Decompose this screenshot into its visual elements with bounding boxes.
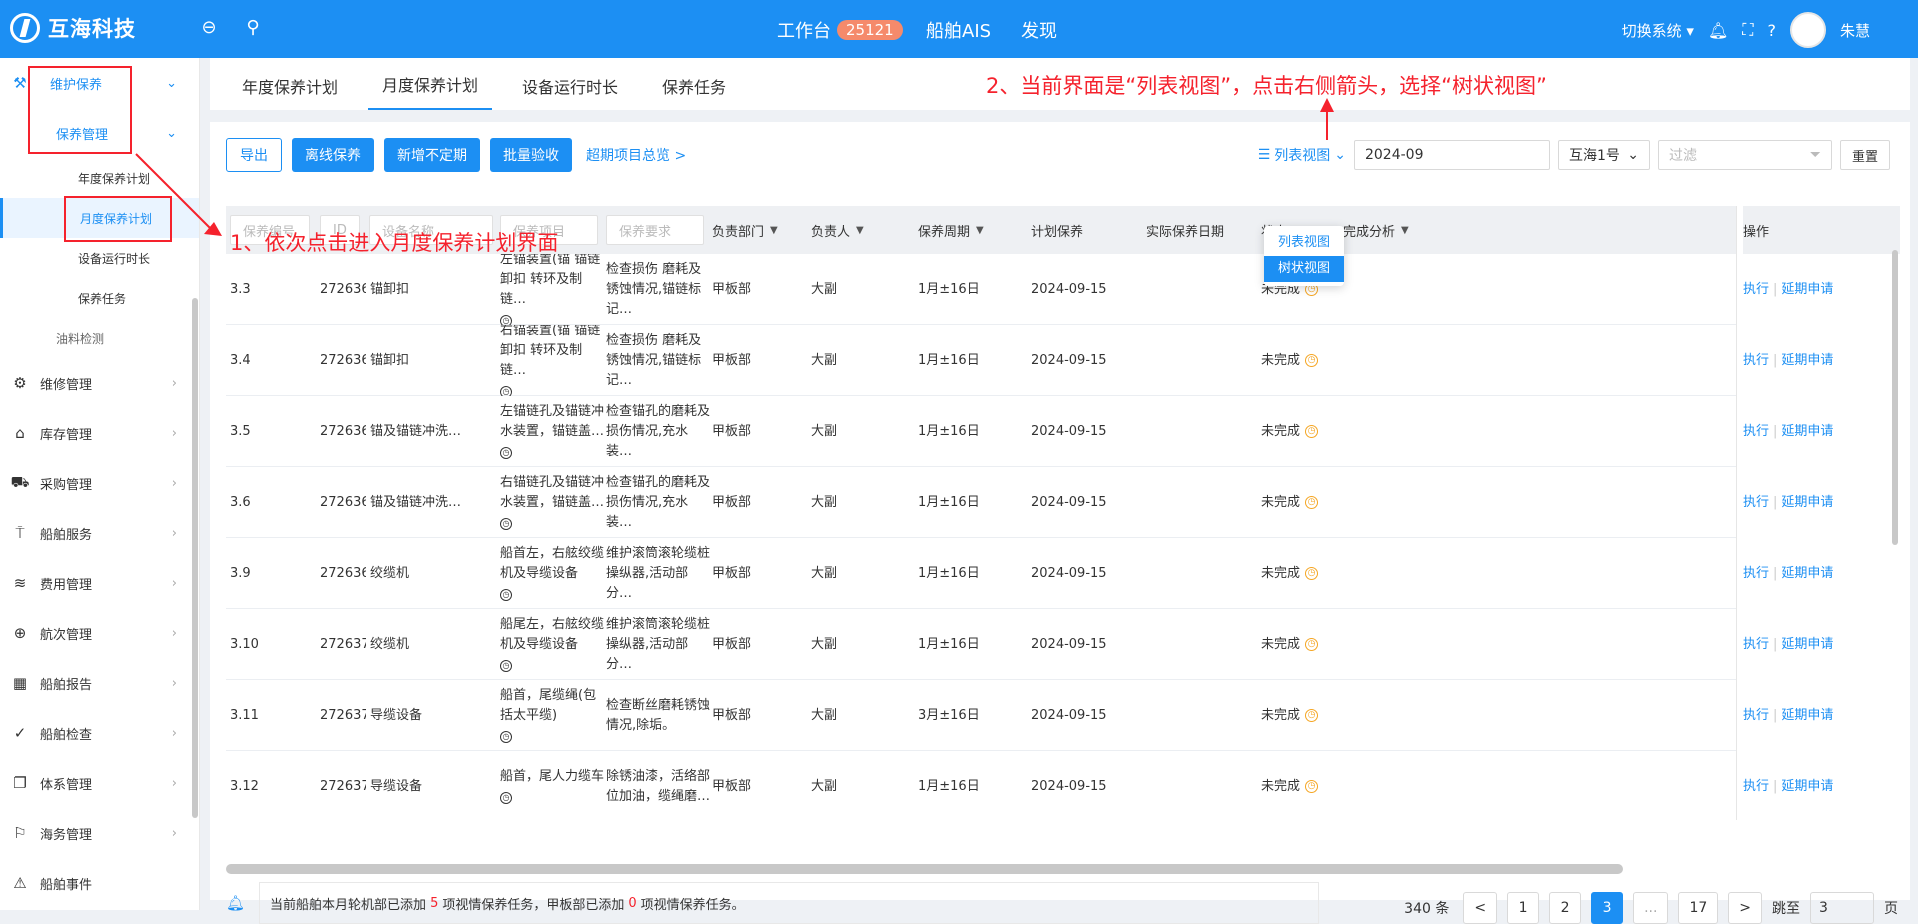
annotation-arrows: [135, 98, 1334, 236]
arrowhead-2: [1320, 98, 1334, 112]
arrow-line-1: [135, 153, 213, 231]
